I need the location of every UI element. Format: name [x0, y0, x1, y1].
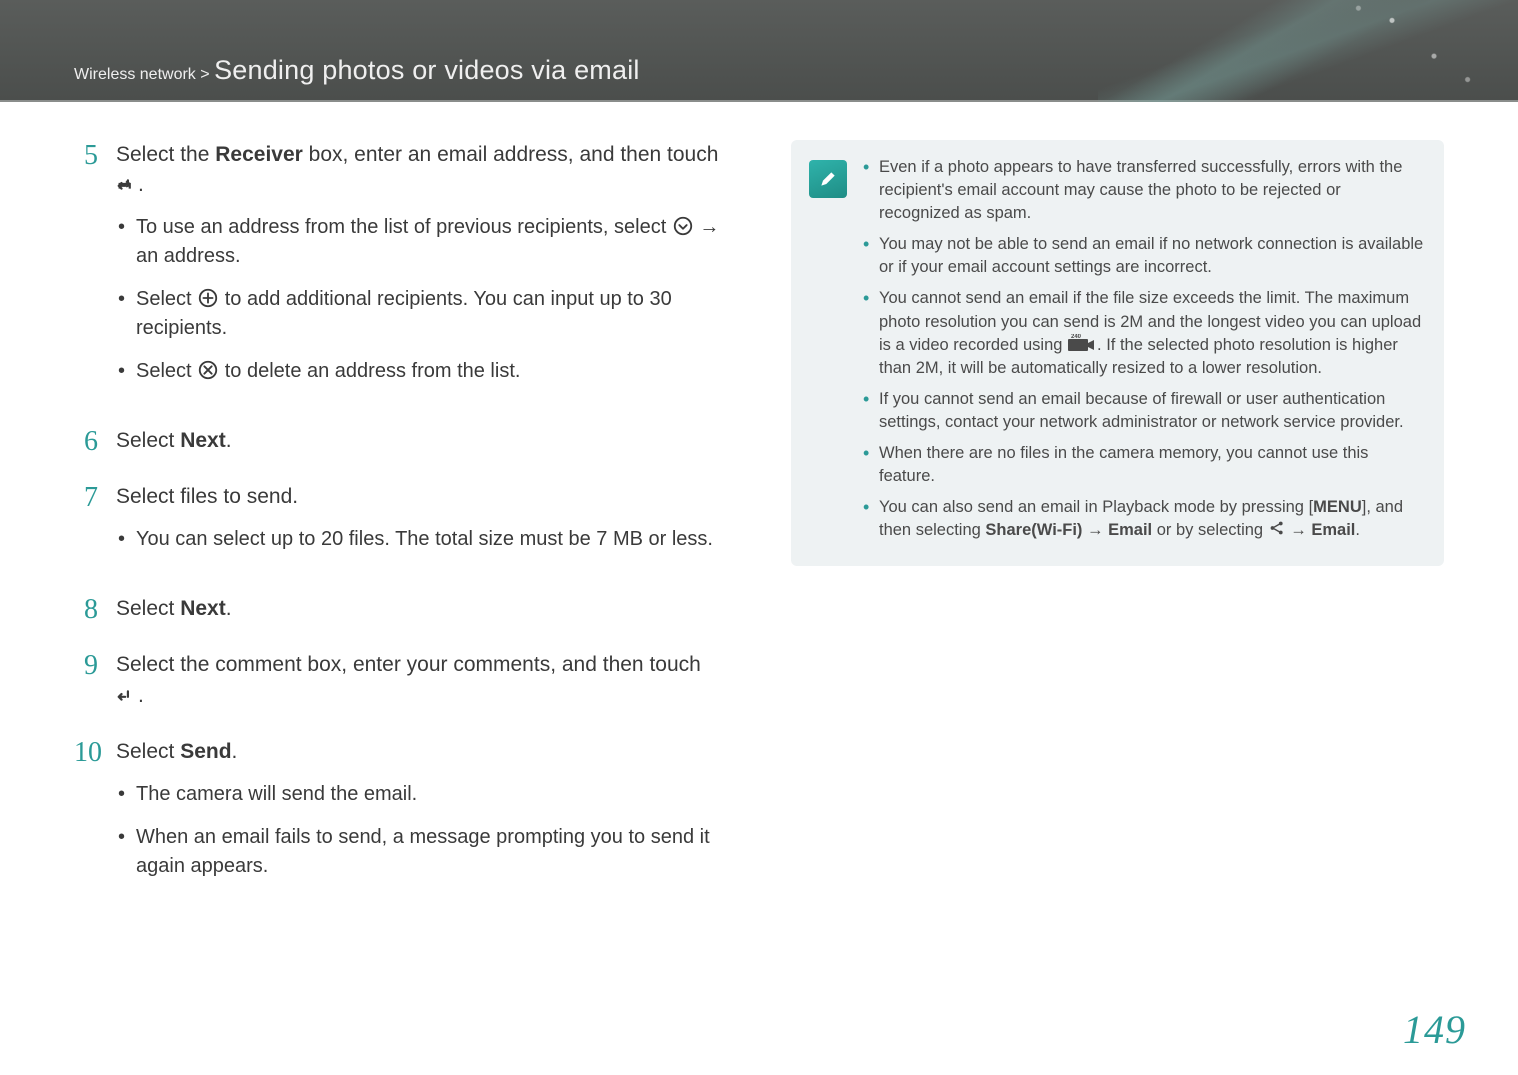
step-text: Select files to send. [116, 485, 298, 508]
step-text: . [138, 684, 144, 707]
breadcrumb-sep: > [200, 66, 209, 83]
left-column: 5 Select the Receiver box, enter an emai… [74, 140, 727, 921]
step-5: 5 Select the Receiver box, enter an emai… [74, 140, 727, 400]
step-body: Select Send. The camera will send the em… [116, 737, 727, 894]
sub-list: The camera will send the email. When an … [116, 780, 727, 881]
step-6: 6 Select Next. [74, 426, 727, 456]
chevron-down-circle-icon [672, 215, 694, 237]
note-list: Even if a photo appears to have transfer… [863, 156, 1424, 550]
sub-item: The camera will send the email. [116, 780, 727, 809]
email-label: Email [1311, 521, 1355, 539]
step-number: 10 [74, 737, 98, 767]
note-item: Even if a photo appears to have transfer… [863, 156, 1424, 225]
note-text: If you cannot send an email because of f… [879, 390, 1404, 431]
content-area: 5 Select the Receiver box, enter an emai… [74, 140, 1444, 921]
sub-list: You can select up to 20 files. The total… [116, 525, 713, 554]
email-label: Email [1108, 521, 1152, 539]
note-item: If you cannot send an email because of f… [863, 388, 1424, 434]
note-item: When there are no files in the camera me… [863, 442, 1424, 488]
step-text-bold: Next [180, 429, 226, 452]
step-body: Select Next. [116, 426, 232, 456]
enter-icon [116, 684, 138, 706]
note-box: Even if a photo appears to have transfer… [791, 140, 1444, 566]
sub-text: Select [136, 288, 197, 310]
sub-item: When an email fails to send, a message p… [116, 823, 727, 881]
step-body: Select Next. [116, 594, 232, 624]
step-number: 8 [74, 594, 98, 624]
sub-text: To use an address from the list of previ… [136, 216, 672, 238]
enter-icon [116, 173, 138, 195]
note-item: You can also send an email in Playback m… [863, 496, 1424, 542]
step-text: Select the comment box, enter your comme… [116, 653, 701, 676]
sub-text: Select [136, 360, 197, 382]
note-text: When there are no files in the camera me… [879, 444, 1368, 485]
share-icon [1268, 519, 1286, 537]
step-text: Select the [116, 143, 215, 166]
note-text: or by selecting [1152, 521, 1268, 539]
breadcrumb: Wireless network > Sending photos or vid… [74, 55, 640, 86]
menu-label: MENU [1313, 498, 1362, 516]
sub-item: To use an address from the list of previ… [116, 213, 727, 271]
sub-text: You can select up to 20 files. The total… [136, 528, 713, 550]
video-240-icon: 240 [1067, 334, 1097, 352]
pencil-icon [809, 160, 847, 198]
header-decoration [1098, 0, 1518, 102]
step-body: Select the comment box, enter your comme… [116, 650, 727, 711]
sub-item: Select to delete an address from the lis… [116, 357, 727, 386]
step-text: . [138, 173, 144, 196]
step-8: 8 Select Next. [74, 594, 727, 624]
sub-item: You can select up to 20 files. The total… [116, 525, 713, 554]
sub-text: The camera will send the email. [136, 783, 417, 805]
step-7: 7 Select files to send. You can select u… [74, 482, 727, 567]
header-band: Wireless network > Sending photos or vid… [0, 0, 1518, 102]
page-title: Sending photos or videos via email [214, 55, 640, 85]
step-text: . [226, 429, 232, 452]
note-text: → [1082, 521, 1108, 539]
step-text: . [226, 597, 232, 620]
step-number: 5 [74, 140, 98, 170]
step-number: 6 [74, 426, 98, 456]
sub-text: to delete an address from the list. [219, 360, 520, 382]
sub-text: When an email fails to send, a message p… [136, 826, 710, 877]
note-text: You can also send an email in Playback m… [879, 498, 1313, 516]
note-text: → [1286, 521, 1312, 539]
step-text: . [232, 740, 238, 763]
x-circle-icon [197, 359, 219, 381]
step-text: box, enter an email address, and then to… [303, 143, 719, 166]
step-text-bold: Next [180, 597, 226, 620]
breadcrumb-category: Wireless network [74, 66, 196, 83]
note-text: You may not be able to send an email if … [879, 235, 1423, 276]
step-body: Select the Receiver box, enter an email … [116, 140, 727, 400]
note-item: You cannot send an email if the file siz… [863, 287, 1424, 379]
step-text: Select [116, 740, 180, 763]
sub-item: Select to add additional recipients. You… [116, 285, 727, 343]
svg-text:240: 240 [1071, 334, 1082, 340]
page-number: 149 [1403, 1006, 1466, 1053]
plus-circle-icon [197, 287, 219, 309]
step-number: 9 [74, 650, 98, 680]
step-text: Select [116, 429, 180, 452]
step-text-bold: Send [180, 740, 231, 763]
sub-list: To use an address from the list of previ… [116, 213, 727, 386]
step-text-bold: Receiver [215, 143, 303, 166]
step-10: 10 Select Send. The camera will send the… [74, 737, 727, 894]
step-body: Select files to send. You can select up … [116, 482, 713, 567]
share-wifi-label: Share(Wi-Fi) [985, 521, 1082, 539]
right-column: Even if a photo appears to have transfer… [791, 140, 1444, 921]
step-9: 9 Select the comment box, enter your com… [74, 650, 727, 711]
step-text: Select [116, 597, 180, 620]
note-text: Even if a photo appears to have transfer… [879, 158, 1402, 222]
step-number: 7 [74, 482, 98, 512]
note-item: You may not be able to send an email if … [863, 233, 1424, 279]
note-text: . [1355, 521, 1360, 539]
